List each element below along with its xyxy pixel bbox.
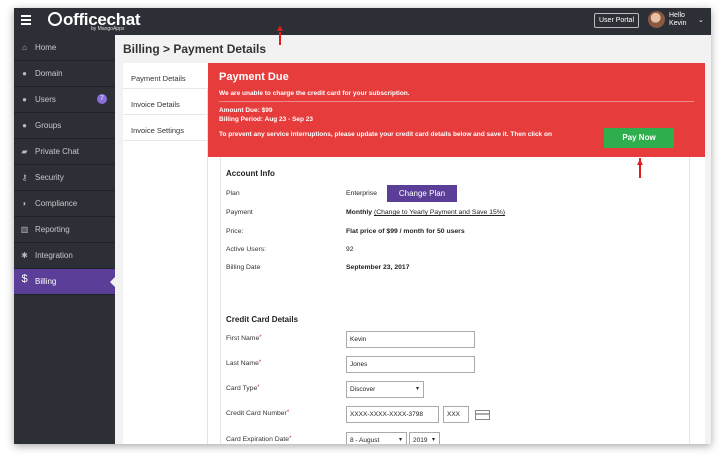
sidebar-item-label: Private Chat (35, 147, 80, 156)
sidebar-item-private-chat[interactable]: ▰ Private Chat (14, 139, 115, 165)
payment-label: Payment (226, 209, 253, 216)
change-plan-button[interactable]: Change Plan (387, 185, 457, 202)
key-icon: ⚷ (21, 173, 28, 182)
billing-date-label: Billing Date (226, 264, 261, 271)
alert-title: Payment Due (219, 71, 289, 83)
price-value: Flat price of $99 / month for 50 users (346, 228, 465, 235)
sidebar-item-label: Groups (35, 121, 62, 130)
app-window: officechat by MangoApps User Portal Hell… (14, 8, 711, 444)
sidebar-item-label: Security (35, 173, 64, 182)
card-number-label: Credit Card Number* (226, 410, 290, 417)
credit-card-icon (475, 410, 490, 420)
sidebar-item-label: Home (35, 43, 57, 52)
last-name-label-text: Last Name (226, 360, 259, 367)
logo-mark (48, 12, 62, 26)
expiry-label: Card Expiration Date* (226, 436, 292, 443)
gear-icon: ✱ (21, 251, 28, 260)
globe-icon: ● (22, 69, 27, 78)
payment-row: Monthly (Change to Yearly Payment and Sa… (346, 209, 505, 216)
plan-label: Plan (226, 190, 240, 197)
arrow-shaft (279, 32, 281, 45)
sidebar-item-home[interactable]: ⌂ Home (14, 35, 115, 61)
first-name-label: First Name* (226, 335, 262, 342)
payment-due-alert: Payment Due We are unable to charge the … (208, 63, 705, 157)
payment-panel: Payment Due We are unable to charge the … (208, 63, 705, 444)
shield-icon: ◗ (22, 199, 27, 208)
avatar[interactable] (648, 11, 665, 28)
logo-subtitle: by MangoApps (91, 26, 125, 32)
sidebar: ⌂ Home ● Domain ● Users 7 ● Groups ▰ Private C… (14, 35, 115, 444)
sidebar-item-security[interactable]: ⚷ Security (14, 165, 115, 191)
card-type-label-text: Card Type (226, 385, 258, 392)
first-name-field[interactable]: Kevin (346, 331, 475, 348)
payment-value: Monthly (346, 209, 373, 216)
credit-card-heading: Credit Card Details (226, 315, 299, 324)
menu-icon[interactable] (21, 15, 31, 25)
dollar-icon: $ (21, 273, 28, 285)
user-portal-button[interactable]: User Portal (594, 13, 640, 28)
main-content: Billing > Payment Details Payment Detail… (115, 35, 711, 444)
last-name-field[interactable]: Jones (346, 356, 475, 373)
chat-icon: ▰ (21, 147, 28, 156)
sidebar-item-domain[interactable]: ● Domain (14, 61, 115, 87)
users-count-badge: 7 (97, 94, 107, 104)
expiry-label-text: Card Expiration Date (226, 436, 290, 443)
active-users-label: Active Users: (226, 246, 267, 253)
billing-date-value: September 23, 2017 (346, 264, 410, 271)
sidebar-item-label: Compliance (35, 199, 78, 208)
chart-icon: ▥ (20, 225, 29, 234)
account-info-heading: Account Info (226, 169, 275, 178)
tab-invoice-settings[interactable]: Invoice Settings (123, 115, 208, 141)
active-users-value: 92 (346, 246, 354, 253)
card-type-select[interactable]: Discover (346, 381, 424, 398)
chevron-down-icon[interactable]: ⌄ (698, 16, 704, 24)
sidebar-item-compliance[interactable]: ◗ Compliance (14, 191, 115, 217)
sidebar-item-billing[interactable]: $ Billing (14, 269, 115, 295)
billing-form: Account Info Plan Enterprise Change Plan… (220, 157, 690, 444)
user-name: Kevin (669, 20, 687, 27)
amount-due: Amount Due: $99 (219, 107, 273, 114)
alert-instructions: To prevent any service interruptions, pl… (219, 131, 552, 138)
first-name-label-text: First Name (226, 335, 260, 342)
user-icon: ● (22, 95, 27, 104)
last-name-label: Last Name* (226, 360, 262, 367)
pay-now-button[interactable]: Pay Now (604, 128, 674, 148)
top-bar: officechat by MangoApps User Portal Hell… (14, 8, 711, 35)
page-title: Billing > Payment Details (123, 42, 267, 56)
home-icon: ⌂ (22, 43, 27, 52)
sidebar-item-label: Integration (35, 251, 73, 260)
cvv-field[interactable]: XXX (443, 406, 469, 423)
user-greeting[interactable]: Hello Kevin (669, 12, 687, 28)
card-number-label-text: Credit Card Number (226, 410, 287, 417)
arrow-up-icon: ▲ (635, 157, 645, 168)
hello-label: Hello (669, 12, 685, 19)
sidebar-item-label: Reporting (35, 225, 70, 234)
sidebar-item-integration[interactable]: ✱ Integration (14, 243, 115, 269)
billing-tabs: Payment Details Invoice Details Invoice … (123, 63, 208, 444)
expiry-year-select[interactable]: 2019 (409, 432, 440, 444)
sidebar-item-reporting[interactable]: ▥ Reporting (14, 217, 115, 243)
sidebar-item-label: Users (35, 95, 56, 104)
sidebar-item-label: Billing (35, 277, 57, 286)
groups-icon: ● (22, 121, 27, 130)
price-label: Price: (226, 228, 244, 235)
card-type-label: Card Type* (226, 385, 260, 392)
sidebar-item-label: Domain (35, 69, 63, 78)
alert-message: We are unable to charge the credit card … (219, 90, 410, 97)
card-number-field[interactable]: XXXX-XXXX-XXXX-3798 (346, 406, 439, 423)
expiry-month-select[interactable]: 8 - August (346, 432, 407, 444)
tab-payment-details[interactable]: Payment Details (123, 63, 208, 89)
tab-invoice-details[interactable]: Invoice Details (123, 89, 208, 115)
plan-value: Enterprise (346, 190, 377, 197)
billing-period: Billing Period: Aug 23 - Sep 23 (219, 116, 314, 123)
alert-divider (219, 101, 694, 102)
sidebar-item-users[interactable]: ● Users 7 (14, 87, 115, 113)
sidebar-item-groups[interactable]: ● Groups (14, 113, 115, 139)
change-to-yearly-link[interactable]: (Change to Yearly Payment and Save 15%) (374, 209, 505, 216)
